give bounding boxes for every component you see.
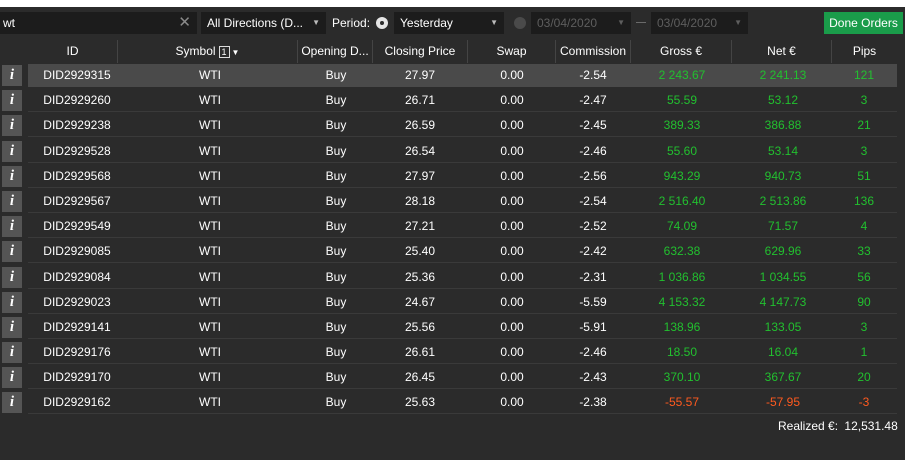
column-header-commission[interactable]: Commission — [556, 40, 631, 63]
table-row[interactable]: i DID2929549 WTI Buy 27.21 0.00 -2.52 74.09 71.5… — [0, 214, 905, 239]
date-to-value: 03/04/2020 — [657, 16, 718, 30]
cell-symbol: WTI — [199, 244, 221, 259]
cell-id: DID2929170 — [43, 370, 111, 385]
cell-pips: 136 — [853, 193, 875, 208]
column-header-symbol[interactable]: Symbol 1 ▼ — [118, 40, 298, 63]
column-header-gross[interactable]: Gross € — [631, 40, 732, 63]
column-header-closing-price[interactable]: Closing Price — [373, 40, 468, 63]
cell-symbol: WTI — [199, 93, 221, 108]
chevron-down-icon: ▼ — [617, 18, 625, 27]
direction-select-value: All Directions (D... — [207, 16, 304, 30]
period-label: Period: — [332, 16, 371, 30]
cell-id: DID2929084 — [43, 269, 111, 284]
cell-id: DID2929176 — [43, 345, 111, 360]
cell-pips: 121 — [853, 68, 875, 82]
table-row[interactable]: i DID2929141 WTI Buy 25.56 0.00 -5.91 138.96 133… — [0, 315, 905, 340]
realized-total: Realized €: 12,531.48 — [778, 419, 898, 435]
orders-table-body: i DID2929315 WTI Buy 27.97 0.00 -2.54 2 243.67 2… — [0, 63, 905, 416]
search-box[interactable]: ✕ — [0, 12, 197, 34]
period-select-value: Yesterday — [400, 16, 453, 30]
cell-id: DID2929260 — [43, 93, 111, 108]
table-row[interactable]: i DID2929085 WTI Buy 25.40 0.00 -2.42 632.38 629… — [0, 239, 905, 264]
chevron-down-icon: ▼ — [734, 18, 742, 27]
column-header-pips[interactable]: Pips — [832, 40, 897, 63]
cell-pips: 33 — [857, 244, 871, 259]
period-select[interactable]: Yesterday ▼ — [394, 12, 504, 34]
chevron-down-icon: ▼ — [490, 18, 498, 27]
cell-id: DID2929085 — [43, 244, 111, 259]
cell-pips: 3 — [860, 93, 868, 108]
cell-pips: 21 — [857, 118, 871, 133]
cell-pips: 4 — [860, 219, 868, 234]
table-row[interactable]: i DID2929162 WTI Buy 25.63 0.00 -2.38 -55.57 -57… — [0, 390, 905, 415]
cell-pips: 51 — [857, 168, 871, 183]
period-radio[interactable] — [376, 17, 388, 29]
date-from-picker[interactable]: 03/04/2020 ▼ — [531, 12, 631, 34]
cell-pips: -3 — [858, 395, 870, 410]
cell-symbol: WTI — [199, 168, 221, 183]
cell-symbol: WTI — [199, 370, 221, 385]
cell-symbol: WTI — [199, 219, 221, 234]
cell-symbol: WTI — [199, 193, 221, 208]
cell-symbol: WTI — [199, 345, 221, 360]
table-row[interactable]: i DID2929260 WTI Buy 26.71 0.00 -2.47 55.59 53.1… — [0, 88, 905, 113]
cell-symbol: WTI — [199, 68, 221, 82]
date-range-dash — [636, 22, 646, 23]
date-to-picker[interactable]: 03/04/2020 ▼ — [651, 12, 748, 34]
date-range-radio[interactable] — [514, 17, 526, 29]
table-row[interactable]: i DID2929170 WTI Buy 26.45 0.00 -2.43 370.10 367… — [0, 365, 905, 390]
search-input[interactable] — [1, 13, 171, 33]
clear-search-icon[interactable]: ✕ — [178, 14, 191, 32]
cell-id: DID2929549 — [43, 219, 111, 234]
cell-pips: 20 — [857, 370, 871, 385]
cell-id: DID2929238 — [43, 118, 111, 133]
done-orders-button[interactable]: Done Orders — [824, 12, 903, 34]
table-row[interactable]: i DID2929023 WTI Buy 24.67 0.00 -5.59 4 153.32 4… — [0, 290, 905, 315]
cell-id: DID2929568 — [43, 168, 111, 183]
cell-id: DID2929141 — [43, 319, 111, 334]
cell-pips: 1 — [860, 345, 868, 360]
table-row[interactable]: i DID2929084 WTI Buy 25.36 0.00 -2.31 1 036.86 1… — [0, 265, 905, 290]
chevron-down-icon: ▼ — [312, 18, 320, 27]
cell-symbol: WTI — [199, 269, 221, 284]
cell-id: DID2929023 — [43, 294, 111, 309]
cell-pips: 56 — [857, 269, 871, 284]
top-strip — [0, 0, 905, 7]
realized-value: 12,531.48 — [844, 419, 898, 433]
cell-id: DID2929162 — [43, 395, 111, 410]
column-header-id[interactable]: ID — [28, 40, 118, 63]
sort-order-badge: 1 — [218, 45, 230, 58]
table-header: ID Symbol 1 ▼ Opening D... Closing Price S… — [0, 40, 905, 63]
cell-pips: 90 — [857, 294, 871, 309]
table-row[interactable]: i DID2929567 WTI Buy 28.18 0.00 -2.54 2 516.40 2… — [0, 189, 905, 214]
table-row[interactable]: i DID2929528 WTI Buy 26.54 0.00 -2.46 55.60 53.1… — [0, 139, 905, 164]
cell-id: DID2929315 — [43, 68, 111, 82]
date-from-value: 03/04/2020 — [537, 16, 598, 30]
cell-id: DID2929528 — [43, 143, 111, 158]
table-row[interactable]: i DID2929315 WTI Buy 27.97 0.00 -2.54 2 243.67 2… — [0, 63, 905, 88]
cell-pips: 3 — [860, 319, 868, 334]
direction-select[interactable]: All Directions (D... ▼ — [201, 12, 326, 34]
cell-symbol: WTI — [199, 118, 221, 133]
column-header-net[interactable]: Net € — [732, 40, 832, 63]
table-row[interactable]: i DID2929176 WTI Buy 26.61 0.00 -2.46 18.50 16.0… — [0, 340, 905, 365]
cell-symbol: WTI — [199, 143, 221, 158]
realized-label: Realized €: — [778, 419, 839, 433]
sort-desc-icon: ▼ — [231, 48, 240, 57]
cell-id: DID2929567 — [43, 193, 111, 208]
column-header-swap[interactable]: Swap — [468, 40, 556, 63]
table-row[interactable]: i DID2929238 WTI Buy 26.59 0.00 -2.45 389.33 386… — [0, 113, 905, 138]
cell-symbol: WTI — [199, 395, 221, 410]
cell-pips: 3 — [860, 143, 868, 158]
cell-symbol: WTI — [199, 294, 221, 309]
cell-symbol: WTI — [199, 319, 221, 334]
column-header-opening-direction[interactable]: Opening D... — [298, 40, 373, 63]
table-row[interactable]: i DID2929568 WTI Buy 27.97 0.00 -2.56 943.29 940… — [0, 164, 905, 189]
